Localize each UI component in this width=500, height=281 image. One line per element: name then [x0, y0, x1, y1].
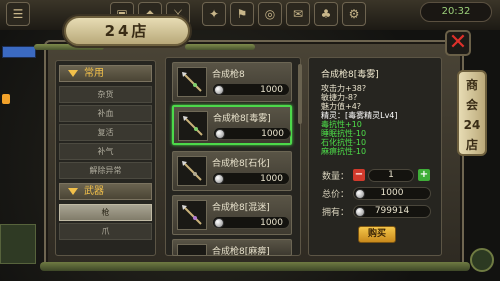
detail-attr: 石化抗性-10: [321, 138, 367, 147]
category-item-revive[interactable]: 复活: [59, 124, 152, 141]
hud-icon-4[interactable]: ✦: [202, 2, 226, 26]
item-name: 合成枪8[石化]: [212, 159, 270, 169]
item-card[interactable]: 合成枪8[混迷] 1000: [172, 195, 292, 235]
side-tab-char: 商: [465, 78, 478, 92]
spear-icon: [178, 111, 208, 141]
quantity-label: 数量：: [322, 172, 350, 182]
quest-marker-icon[interactable]: [2, 94, 10, 104]
spear-icon: [177, 67, 207, 97]
item-name: 合成枪8[毒雾]: [213, 114, 271, 124]
action-button[interactable]: [470, 248, 494, 272]
chat-panel[interactable]: [0, 224, 36, 264]
item-price-field: 1000: [212, 83, 290, 96]
menu-icon[interactable]: ☰: [6, 2, 30, 26]
category-item-claw[interactable]: 爪: [59, 223, 152, 240]
item-card[interactable]: 合成枪8[石化] 1000: [172, 151, 292, 191]
spear-icon: [177, 244, 207, 255]
plus-button[interactable]: +: [418, 169, 430, 181]
spear-icon: [177, 156, 207, 186]
detail-attr: 毒抗性+10: [321, 120, 362, 129]
spear-icon: [177, 200, 207, 230]
hud-icon-5[interactable]: ⚑: [230, 2, 254, 26]
silver-coin-icon: [214, 174, 224, 184]
detail-attr: 麻痹抗性-10: [321, 147, 367, 156]
collapse-triangle-icon: [68, 188, 78, 195]
silver-coin-icon: [214, 85, 224, 95]
vine-decoration-bottom: [40, 262, 470, 271]
detail-item-name: 合成枪8[毒雾]: [321, 70, 379, 80]
owned-money-value: 799914: [374, 206, 410, 216]
minus-button[interactable]: −: [353, 169, 365, 181]
detail-attr: 敏捷力-8?: [321, 93, 358, 102]
item-price: 1000: [260, 174, 283, 184]
side-tab-char: 会: [465, 98, 478, 112]
item-card-selected[interactable]: 合成枪8[毒雾] 1000: [172, 105, 292, 145]
item-list-scrollbar[interactable]: [298, 64, 302, 124]
detail-attr: 攻击力+38?: [321, 84, 367, 93]
item-name: 合成枪8[混迷]: [212, 203, 270, 213]
total-price-field: 1000: [353, 187, 431, 200]
category-group-weapon[interactable]: 武器: [59, 183, 152, 200]
category-item-heal[interactable]: 补血: [59, 105, 152, 122]
category-item-cure-status[interactable]: 解除异常: [59, 162, 152, 179]
clock-display: 20:32: [420, 2, 492, 22]
category-group-common[interactable]: 常用: [59, 65, 152, 82]
item-price: 1000: [260, 85, 283, 95]
detail-attr: 魅力值+4?: [321, 102, 362, 111]
detail-attr: 睡眠抗性-10: [321, 129, 367, 138]
item-price: 1000: [260, 218, 283, 228]
vine-decoration-right: [185, 44, 255, 50]
category-group-label: 武器: [84, 186, 104, 197]
owned-money-field: 799914: [353, 205, 431, 218]
category-item-restore-mp[interactable]: 补气: [59, 143, 152, 160]
collapse-triangle-icon: [68, 70, 78, 77]
total-price-value: 1000: [380, 188, 404, 198]
silver-coin-icon: [355, 189, 365, 199]
item-card[interactable]: 合成枪8 1000: [172, 62, 292, 102]
merchant-guild-tab[interactable]: 商 会 24 店: [457, 70, 487, 156]
item-card[interactable]: 合成枪8[麻痹] 1000: [172, 239, 292, 256]
item-name: 合成枪8[麻痹]: [212, 247, 270, 256]
owned-label: 拥有：: [322, 208, 350, 218]
hud-icon-7[interactable]: ✉: [286, 2, 310, 26]
total-price-label: 总价：: [322, 190, 350, 200]
buy-button[interactable]: 购买: [358, 226, 396, 243]
detail-attr-spirit: 精灵：[毒雾精灵Lv4]: [321, 111, 398, 120]
hud-icon-9[interactable]: ⚙: [342, 2, 366, 26]
silver-coin-icon: [355, 207, 365, 217]
item-name: 合成枪8: [212, 70, 245, 80]
item-price-field: 1000: [213, 127, 291, 140]
side-tab-char: 24: [463, 118, 481, 132]
silver-coin-icon: [215, 129, 225, 139]
hud-icon-8[interactable]: ♣: [314, 2, 338, 26]
category-panel: 常用 杂货 补血 复活 补气 解除异常 武器 枪 爪: [55, 60, 156, 256]
hud-icon-6[interactable]: ◎: [258, 2, 282, 26]
item-price: 1000: [261, 129, 284, 139]
category-item-misc[interactable]: 杂货: [59, 86, 152, 103]
category-item-spear[interactable]: 枪: [59, 204, 152, 221]
hud-bar-mp: [2, 46, 36, 58]
quantity-input[interactable]: 1: [368, 169, 414, 182]
shop-title: 24店: [64, 16, 190, 46]
left-hud-panel: [0, 34, 44, 274]
item-price-field: 1000: [212, 172, 290, 185]
silver-coin-icon: [214, 218, 224, 228]
side-tab-char: 店: [465, 138, 478, 152]
item-price-field: 1000: [212, 216, 290, 229]
category-group-label: 常用: [84, 68, 104, 79]
close-button[interactable]: ✕: [445, 30, 471, 56]
